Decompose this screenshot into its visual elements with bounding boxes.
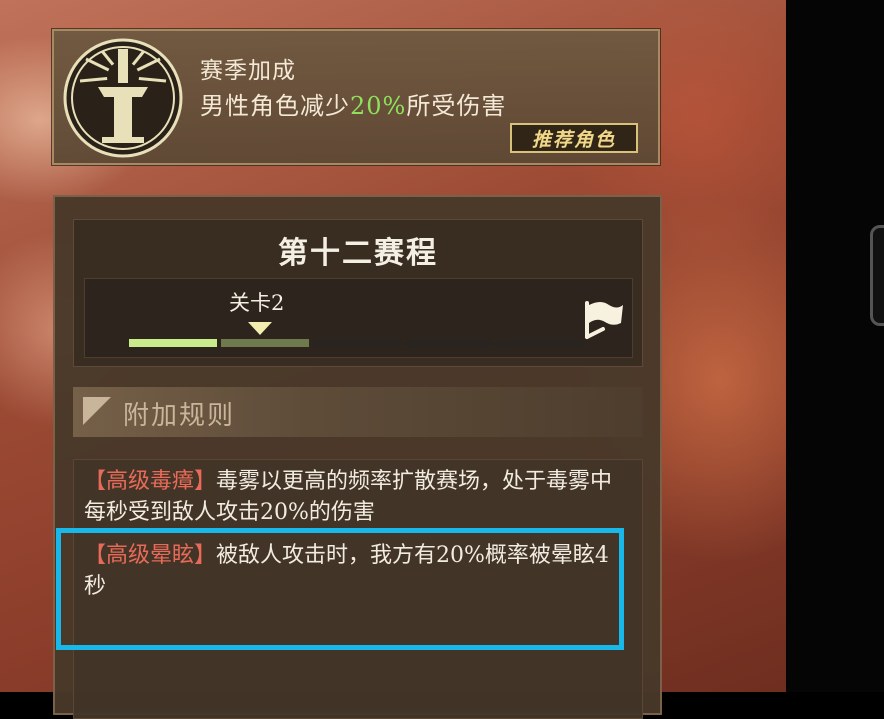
progress-segment: [129, 339, 217, 347]
stage-title: 第十二赛程: [278, 236, 438, 271]
screen-edge: [786, 0, 884, 692]
rule-tag: 【高级毒瘴】: [84, 469, 217, 494]
recommend-characters-button[interactable]: 推荐角色: [510, 123, 638, 153]
stage-progress-box: 第十二赛程 关卡2: [73, 219, 643, 367]
progress-segment: [405, 339, 493, 347]
current-stage-marker-icon: [248, 322, 272, 335]
extra-rules-list: 【高级毒瘴】毒雾以更高的频率扩散赛场，处于毒雾中每秒受到敌人攻击20%的伤害 【…: [73, 459, 643, 719]
progress-segment: [221, 339, 309, 347]
rule-tag: 【高级晕眩】: [84, 543, 217, 568]
sword-emblem-icon: [63, 38, 183, 158]
progress-track: 关卡2: [84, 278, 633, 358]
season-bonus-title: 赛季加成: [200, 58, 296, 84]
flag-icon: [585, 301, 623, 339]
extra-rules-title: 附加规则: [123, 401, 236, 431]
rule-item: 【高级晕眩】被敌人攻击时，我方有20%概率被晕眩4秒: [84, 540, 629, 602]
bonus-percent: 20%: [350, 92, 407, 120]
season-bonus-card: 赛季加成 男性角色减少20%所受伤害 推荐角色: [52, 29, 660, 165]
progress-segment: [313, 339, 401, 347]
season-bonus-description: 男性角色减少20%所受伤害: [200, 92, 507, 120]
side-tab-handle[interactable]: [870, 225, 884, 326]
rule-item: 【高级毒瘴】毒雾以更高的频率扩散赛场，处于毒雾中每秒受到敌人攻击20%的伤害: [84, 466, 629, 528]
current-stage-label: 关卡2: [229, 291, 285, 315]
triangle-corner-icon: [83, 397, 111, 425]
stage-panel: 第十二赛程 关卡2 附加规则 【高级毒瘴】毒雾以更高的频率扩散赛场，处于毒雾中每…: [53, 195, 662, 719]
extra-rules-header: 附加规则: [73, 387, 643, 437]
progress-segment: [497, 339, 585, 347]
